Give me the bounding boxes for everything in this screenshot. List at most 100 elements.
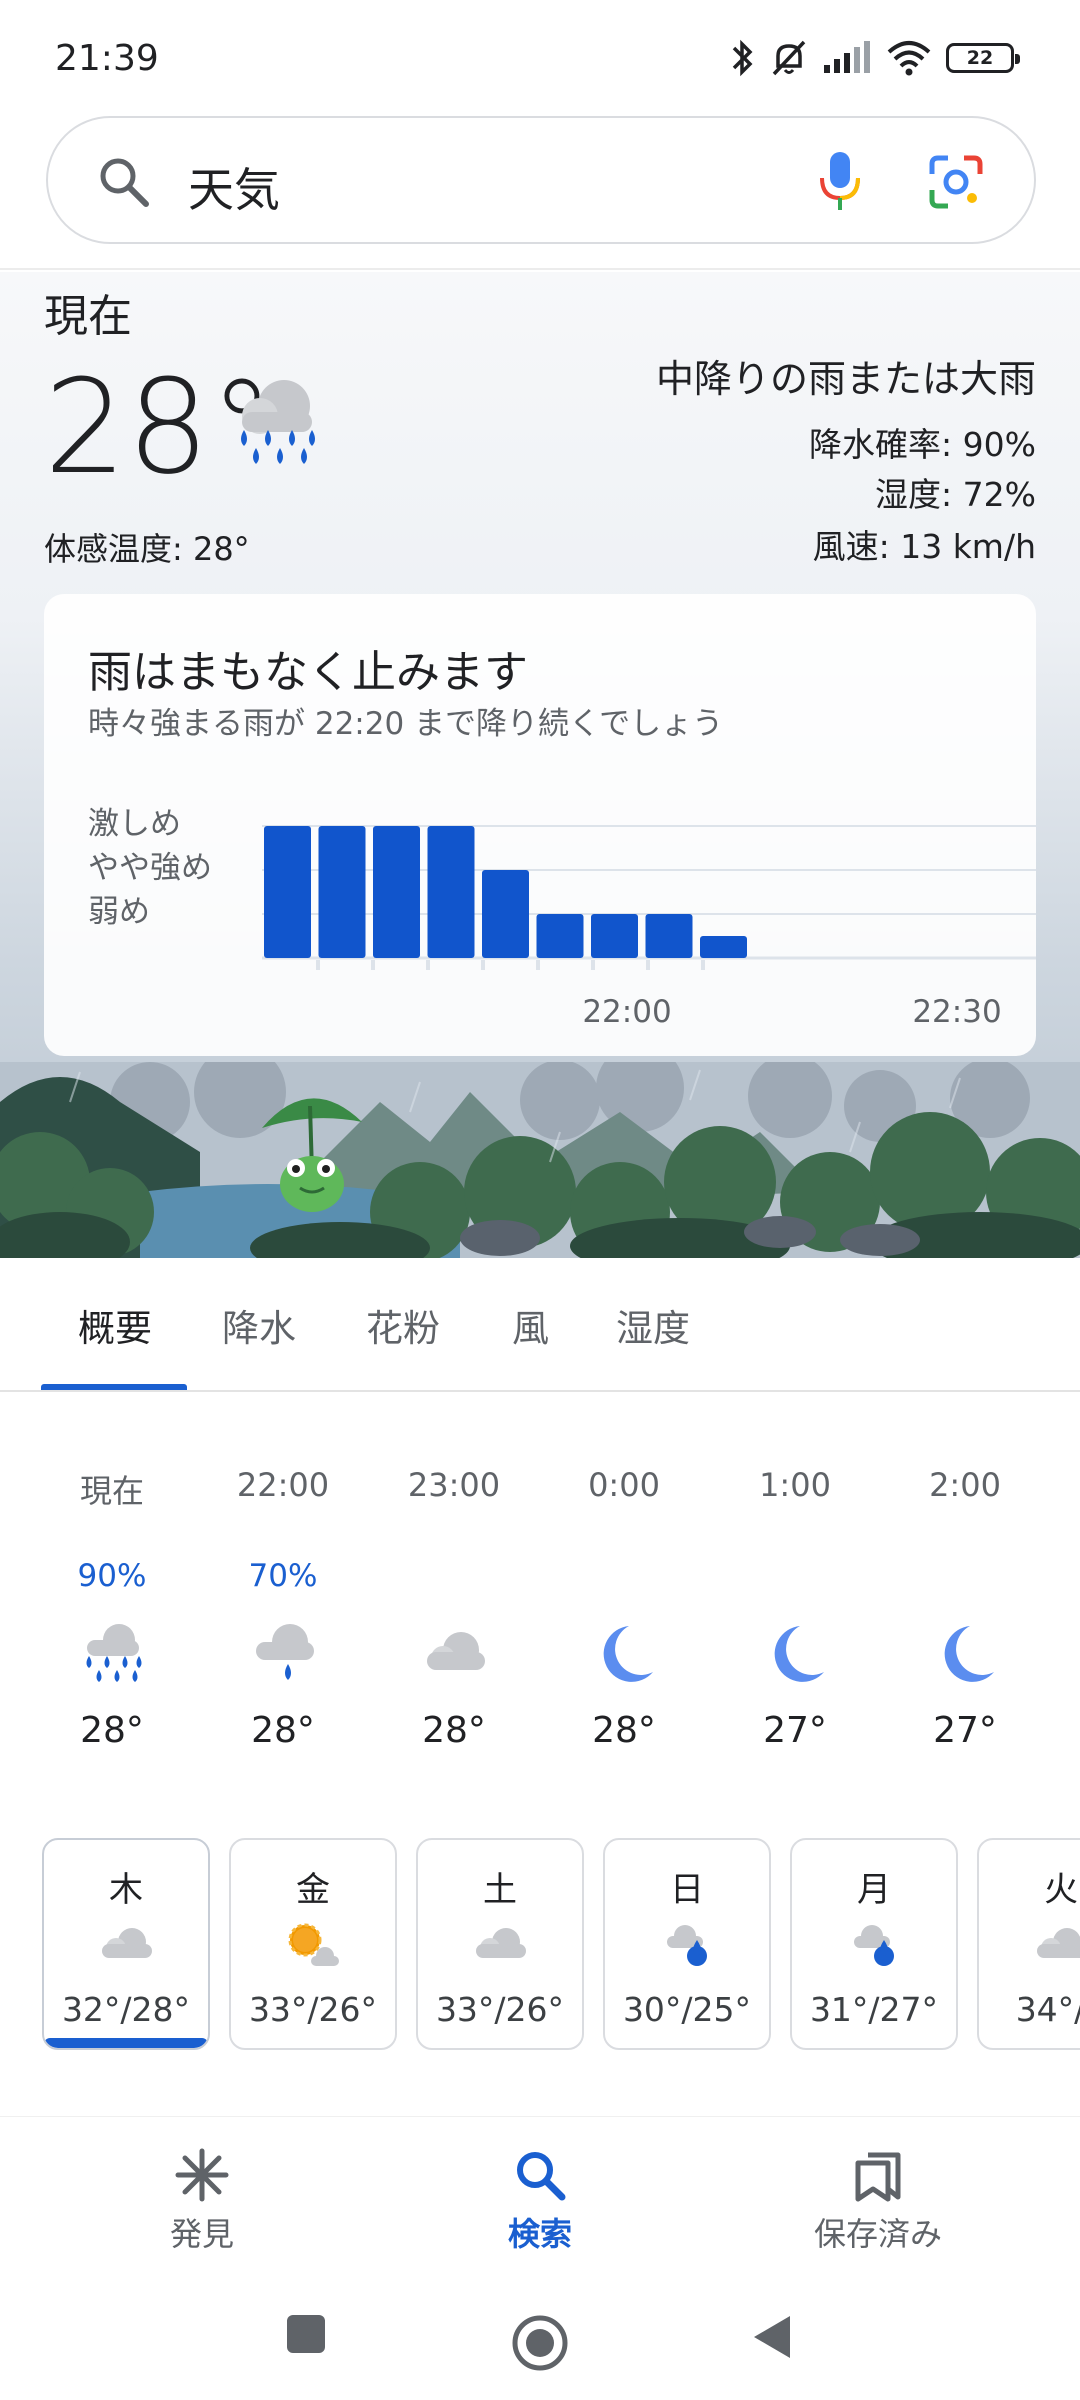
day-temp: 30°/25° — [622, 1990, 752, 2029]
cloud-icon — [102, 1928, 152, 1958]
asterisk-icon — [175, 2148, 229, 2202]
tab-precipitation[interactable]: 降水 — [222, 1298, 296, 1352]
system-navigation-bar — [0, 2286, 1080, 2400]
day-temp: 33°/26° — [248, 1990, 378, 2029]
rain-forecast-card[interactable]: 雨はまもなく止みます 時々強まる雨が 22:20 まで降り続くでしょう 激しめ … — [44, 594, 1036, 1056]
weather-hero: 現在 28° 体感温度: 28° 中降りの雨または大雨 降水確率: 90% 湿度… — [0, 272, 1080, 1258]
hour-temp: 28° — [251, 1710, 315, 1751]
hour-time: 2:00 — [929, 1466, 1001, 1504]
condition-text: 中降りの雨または大雨 — [655, 357, 1036, 401]
rain-intensity-chart: 22:00 22:30 — [262, 825, 1036, 1030]
moon-icon — [774, 1626, 824, 1682]
bluetooth-icon — [732, 39, 753, 77]
light-rain-icon — [256, 1624, 314, 1680]
day-card[interactable]: 木 32°/28° — [42, 1838, 210, 2050]
mute-bell-icon — [772, 40, 806, 76]
cloud-icon — [427, 1632, 485, 1670]
back-icon[interactable] — [752, 2314, 792, 2360]
day-name: 月 — [857, 1870, 891, 1910]
rain-bar — [373, 826, 420, 958]
status-bar: 21:39 22 — [0, 0, 1080, 110]
daily-forecast: 木 32°/28° 金 33°/26° 土 33°/26° 日 30°/25° … — [0, 1838, 1080, 2054]
mic-icon[interactable] — [816, 148, 864, 214]
feels-like: 体感温度: 28° — [44, 530, 250, 568]
search-query: 天気 — [188, 163, 280, 217]
rain-bar — [482, 870, 529, 958]
nav-discover-label: 発見 — [169, 2215, 234, 2253]
hour-precip: 70% — [248, 1558, 318, 1594]
tab-overview[interactable]: 概要 — [78, 1298, 152, 1352]
day-name: 木 — [109, 1870, 143, 1910]
heavy-rain-icon — [241, 380, 315, 464]
day-name: 火 — [1044, 1870, 1078, 1910]
hour-time: 0:00 — [588, 1466, 660, 1504]
day-temp: 31°/27° — [809, 1990, 939, 2029]
cloud-rain-icon — [667, 1925, 707, 1966]
hour-temp: 27° — [933, 1710, 997, 1751]
status-time: 21:39 — [55, 38, 159, 79]
rain-axis-tick — [316, 960, 320, 970]
rain-bar — [427, 826, 475, 958]
hour-temp: 28° — [80, 1710, 144, 1751]
selected-day-indicator — [44, 2038, 208, 2048]
cloud-icon — [476, 1928, 526, 1958]
day-card[interactable]: 日 30°/25° — [603, 1838, 771, 2050]
day-temp: 33°/26° — [435, 1990, 565, 2029]
hour-temp: 28° — [592, 1710, 656, 1751]
recents-icon[interactable] — [286, 2314, 326, 2354]
level-moderate: やや強め — [88, 850, 212, 886]
level-heavy: 激しめ — [88, 806, 181, 842]
day-card[interactable]: 金 33°/26° — [229, 1838, 397, 2050]
nav-search[interactable]: 検索 — [430, 2147, 650, 2255]
active-tab-indicator — [41, 1384, 187, 1390]
day-name: 土 — [483, 1870, 517, 1910]
rain-time-label: 22:00 — [582, 994, 671, 1030]
tab-wind[interactable]: 風 — [512, 1298, 549, 1352]
wifi-icon — [887, 41, 931, 76]
day-card[interactable]: 月 31°/27° — [790, 1838, 958, 2050]
rain-bar — [700, 936, 747, 958]
rain-axis-tick — [646, 960, 650, 970]
day-name: 日 — [670, 1870, 704, 1910]
nav-search-label: 検索 — [507, 2215, 572, 2253]
weather-tabs: 概要 降水 花粉 風 湿度 — [0, 1258, 1080, 1392]
tab-humidity[interactable]: 湿度 — [616, 1298, 690, 1352]
day-temp: 34°/2 — [1015, 1990, 1080, 2029]
search-input[interactable]: 天気 — [46, 116, 1036, 244]
home-icon[interactable] — [511, 2314, 569, 2372]
nav-discover[interactable]: 発見 — [92, 2147, 312, 2255]
rain-axis-tick — [591, 960, 595, 970]
tab-pollen[interactable]: 花粉 — [366, 1298, 440, 1352]
hour-time: 現在 — [79, 1472, 144, 1510]
current-label: 現在 — [44, 291, 132, 342]
hour-time: 1:00 — [759, 1466, 831, 1504]
search-icon — [517, 2152, 566, 2201]
cloud-rain-icon — [854, 1925, 894, 1966]
hour-time: 23:00 — [407, 1466, 501, 1504]
heavy-rain-icon — [86, 1624, 142, 1682]
moon-icon — [944, 1626, 994, 1682]
status-icons: 22 — [730, 36, 1020, 80]
day-card[interactable]: 土 33°/26° — [416, 1838, 584, 2050]
camera-lens-icon[interactable] — [928, 154, 984, 210]
battery-indicator: 22 — [946, 43, 1020, 73]
signal-icon — [824, 41, 870, 73]
nav-saved-label: 保存済み — [813, 2215, 942, 2253]
hour-precip: 90% — [77, 1558, 147, 1594]
bookmarks-icon — [855, 2152, 901, 2202]
rain-axis-tick — [701, 960, 705, 970]
rain-axis-tick — [481, 960, 485, 970]
hour-time: 22:00 — [236, 1466, 330, 1504]
day-card[interactable]: 火 34°/2 — [977, 1838, 1080, 2050]
rain-card-subtitle: 時々強まる雨が 22:20 まで降り続くでしょう — [88, 706, 724, 742]
rain-axis-tick — [426, 960, 430, 970]
rain-bar — [264, 826, 311, 958]
precip-chance: 降水確率: 90% — [809, 425, 1036, 464]
moon-icon — [603, 1626, 653, 1682]
wind-speed: 風速: 13 km/h — [812, 527, 1036, 566]
hourly-forecast[interactable]: 現在 90% 28° 22:00 70% 28° 23:00 28° 0:00 … — [0, 1440, 1080, 1770]
rain-time-label: 22:30 — [912, 994, 1001, 1030]
hour-temp: 27° — [763, 1710, 827, 1751]
nav-saved[interactable]: 保存済み — [768, 2147, 988, 2255]
rain-bar — [645, 914, 693, 958]
